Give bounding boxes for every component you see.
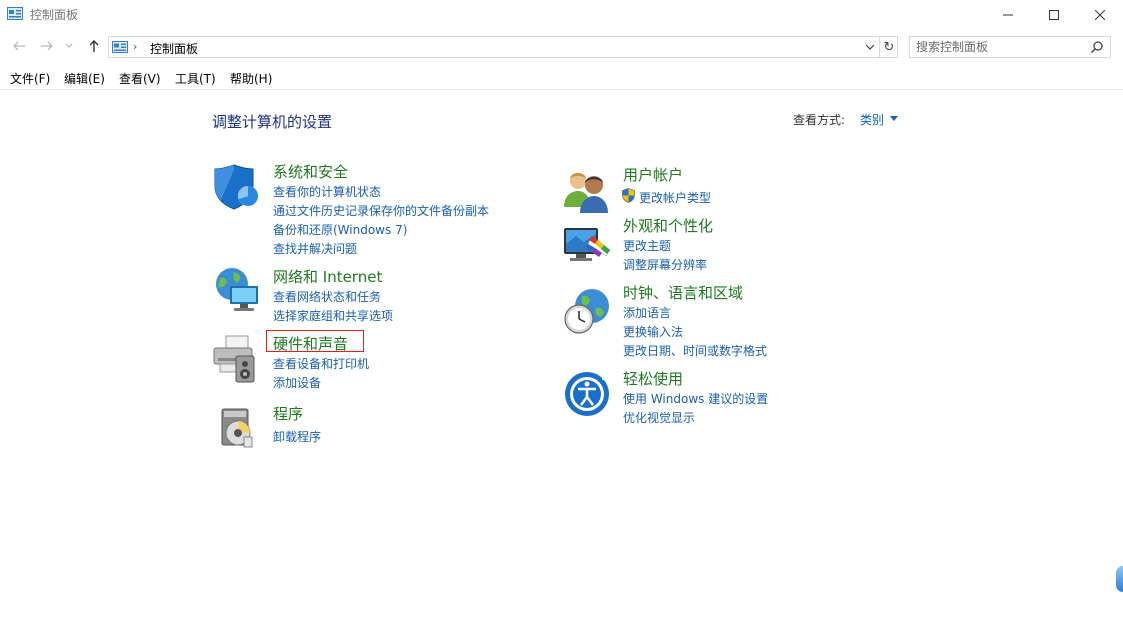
up-button[interactable] [86,38,102,54]
arrow-left-icon [13,41,25,51]
chevron-down-icon [65,43,73,48]
window-title: 控制面板 [30,8,79,22]
arrow-up-icon [89,40,99,52]
category-title[interactable]: 时钟、语言和区域 [623,282,743,303]
search-box[interactable] [909,36,1111,58]
link-change-theme[interactable]: 更改主题 [623,237,671,254]
link-screen-resolution[interactable]: 调整屏幕分辨率 [623,256,707,273]
address-dropdown-button[interactable] [861,37,879,57]
link-file-history-backup[interactable]: 通过文件历史记录保存你的文件备份副本 [273,202,489,219]
address-bar[interactable]: › 控制面板 ↻ [108,36,898,58]
view-by-dropdown[interactable]: 类别 [860,111,884,128]
network-globe-icon [216,268,258,311]
link-recommended-settings[interactable]: 使用 Windows 建议的设置 [623,390,768,407]
title-bar: 控制面板 [0,0,1123,30]
control-panel-window: 控制面板 › 控制面板 ↻ 搜索控制面板 文件(F) 编辑(E) 查看(V) 工… [0,0,1123,632]
ease-of-access-icon [565,372,611,416]
category-title[interactable]: 系统和安全 [273,161,348,182]
category-title[interactable]: 硬件和声音 [273,333,348,354]
link-homegroup-sharing[interactable]: 选择家庭组和共享选项 [273,307,393,324]
menu-bar: 文件(F) 编辑(E) 查看(V) 工具(T) 帮助(H) [0,68,1123,88]
link-network-status[interactable]: 查看网络状态和任务 [273,288,381,305]
floating-widget[interactable] [1116,566,1123,592]
link-troubleshoot[interactable]: 查找并解决问题 [273,240,357,257]
link-change-account-type[interactable]: 更改帐户类型 [639,189,711,206]
category-title[interactable]: 网络和 Internet [273,266,382,287]
menu-file[interactable]: 文件(F) [10,70,50,87]
shield-icon [214,164,259,210]
forward-button[interactable] [39,38,55,54]
refresh-icon: ↻ [883,39,895,55]
arrow-right-icon [41,41,53,51]
close-icon [1095,10,1105,20]
page-title: 调整计算机的设置 [212,113,333,131]
category-title[interactable]: 程序 [273,403,303,424]
close-button[interactable] [1077,0,1123,30]
menu-view[interactable]: 查看(V) [119,70,161,87]
menu-tools[interactable]: 工具(T) [175,70,216,87]
breadcrumb[interactable]: 控制面板 [150,40,198,57]
programs-disc-icon [221,408,253,448]
menu-help[interactable]: 帮助(H) [230,70,272,87]
navigation-bar: › 控制面板 ↻ [0,34,1123,60]
link-uninstall-program[interactable]: 卸载程序 [273,428,321,445]
link-backup-restore[interactable]: 备份和还原(Windows 7) [273,221,407,238]
link-add-language[interactable]: 添加语言 [623,304,671,321]
chevron-down-icon [865,44,875,50]
caret-down-icon[interactable] [890,116,898,121]
recent-locations-button[interactable] [64,38,74,54]
minimize-button[interactable] [985,0,1031,30]
category-title[interactable]: 轻松使用 [623,368,683,389]
minimize-icon [1003,14,1013,16]
link-view-computer-status[interactable]: 查看你的计算机状态 [273,183,381,200]
link-add-device[interactable]: 添加设备 [273,374,321,391]
control-panel-icon [112,41,128,53]
maximize-icon [1049,10,1059,20]
uac-shield-icon [622,188,635,203]
menu-divider [0,89,1123,90]
link-devices-printers[interactable]: 查看设备和打印机 [273,355,369,372]
link-optimize-visual-display[interactable]: 优化视觉显示 [623,409,695,426]
search-icon[interactable] [1090,40,1104,54]
refresh-button[interactable]: ↻ [879,37,898,57]
link-change-input-method[interactable]: 更换输入法 [623,323,683,340]
users-icon [564,173,608,213]
breadcrumb-separator[interactable]: › [133,40,137,53]
search-input[interactable] [916,39,1076,55]
maximize-button[interactable] [1031,0,1077,30]
monitor-palette-icon [564,228,611,261]
category-title[interactable]: 用户帐户 [623,164,683,185]
menu-edit[interactable]: 编辑(E) [64,70,105,87]
link-date-time-format[interactable]: 更改日期、时间或数字格式 [623,342,767,359]
category-title[interactable]: 外观和个性化 [623,215,713,236]
back-button[interactable] [11,38,27,54]
control-panel-icon [7,7,23,20]
printer-speaker-icon [213,335,255,383]
view-by-label: 查看方式: [793,113,846,127]
clock-globe-icon [564,289,609,334]
